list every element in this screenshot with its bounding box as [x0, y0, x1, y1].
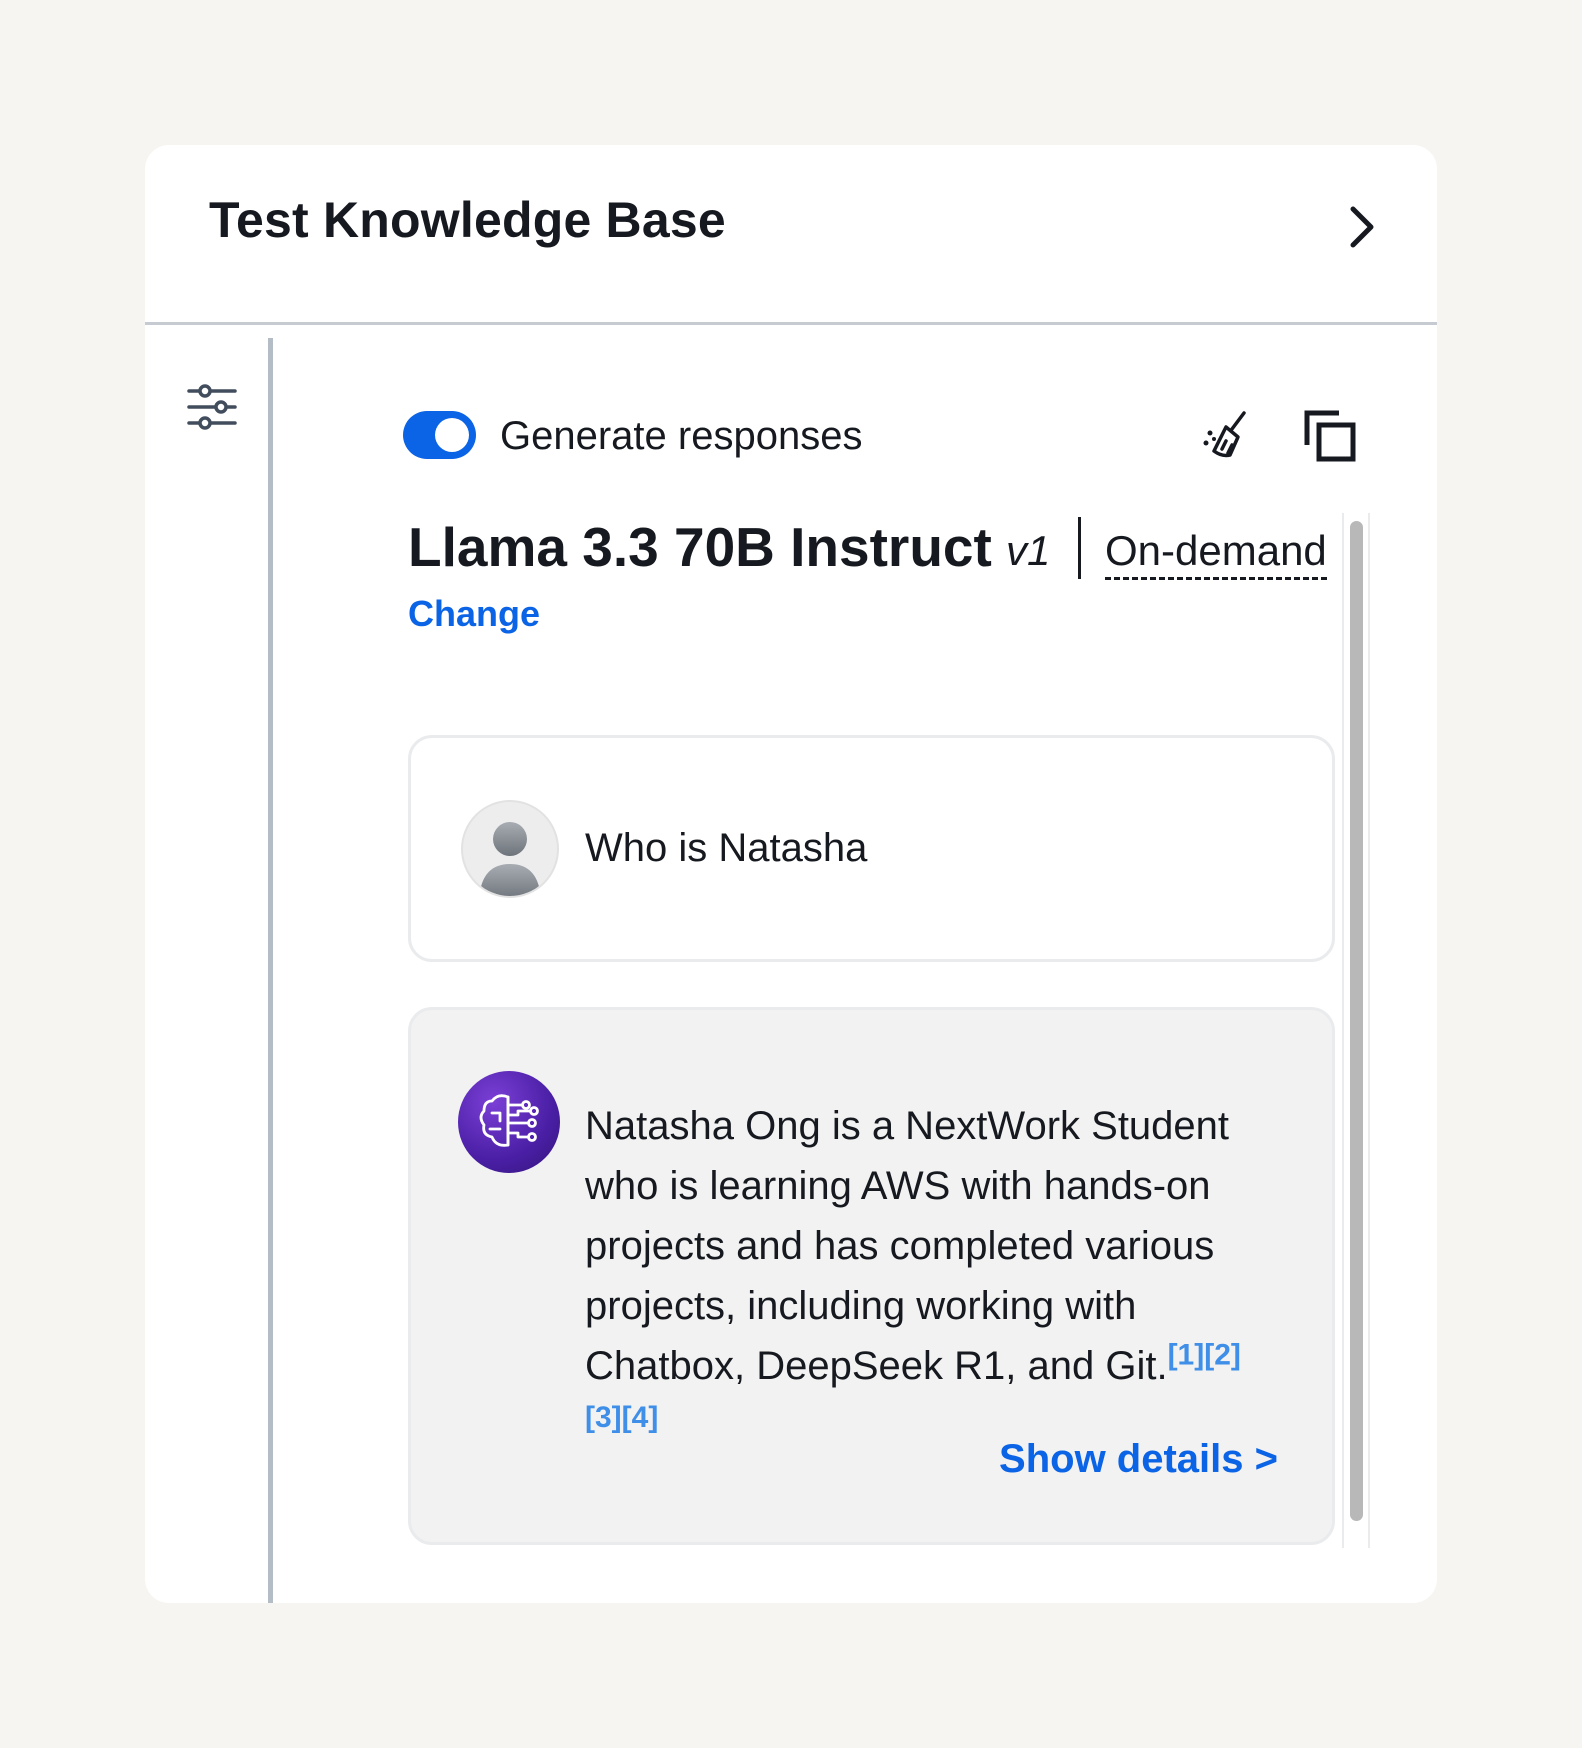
- copy-icon[interactable]: [1303, 409, 1357, 463]
- model-tier[interactable]: On-demand: [1105, 527, 1327, 580]
- model-version: v1: [1006, 527, 1051, 574]
- change-model-link[interactable]: Change: [408, 593, 540, 635]
- model-selector: Llama 3.3 70B Instruct v1 On-demand: [408, 515, 1327, 587]
- bot-message-bubble: Natasha Ong is a NextWork Student who is…: [408, 1007, 1335, 1545]
- show-details-link[interactable]: Show details >: [999, 1437, 1278, 1482]
- scrollbar[interactable]: [1342, 513, 1370, 1548]
- citation-links-1-2[interactable]: [1][2]: [1168, 1339, 1241, 1372]
- user-message-bubble: Who is Natasha: [408, 735, 1335, 962]
- test-knowledge-base-panel: Test Knowledge Base Generate responses L…: [145, 145, 1437, 1603]
- scrollbar-thumb[interactable]: [1350, 521, 1363, 1521]
- broom-clear-icon[interactable]: [1200, 407, 1256, 463]
- user-avatar-icon: [461, 800, 559, 898]
- bot-message-body: Natasha Ong is a NextWork Student who is…: [585, 1104, 1230, 1388]
- user-message-text: Who is Natasha: [585, 826, 868, 870]
- settings-sliders-icon[interactable]: [185, 383, 239, 431]
- left-rail-divider: [268, 338, 273, 1603]
- toggle-knob: [435, 418, 469, 452]
- chevron-right-icon[interactable]: [1341, 197, 1381, 257]
- ai-brain-icon: [458, 1071, 560, 1173]
- panel-title: Test Knowledge Base: [209, 192, 726, 248]
- model-separator: [1078, 517, 1081, 579]
- generate-responses-toggle[interactable]: [403, 411, 476, 459]
- bot-message-text: Natasha Ong is a NextWork Student who is…: [585, 1096, 1295, 1438]
- panel-header: Test Knowledge Base: [145, 145, 1437, 325]
- generate-responses-label: Generate responses: [500, 414, 863, 458]
- citation-links-3-4[interactable]: [3][4]: [585, 1398, 1295, 1438]
- model-name: Llama 3.3 70B Instruct: [408, 516, 992, 578]
